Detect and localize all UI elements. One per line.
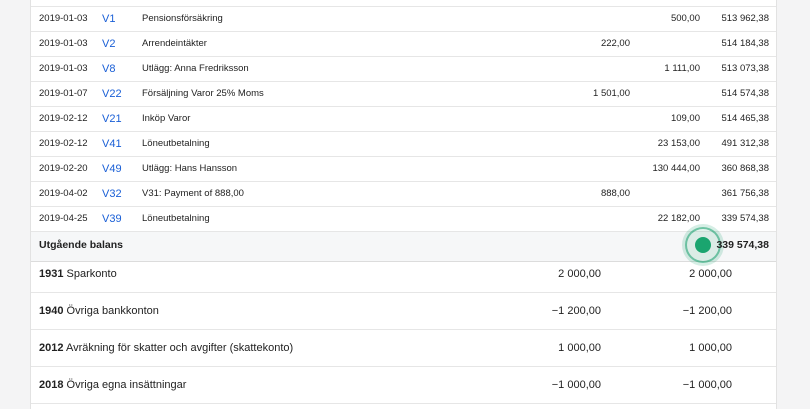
account-number: 2012 (39, 342, 64, 354)
transaction-description: Utlägg: Hans Hansson (142, 163, 238, 174)
account-name-cell: 1931 Sparkonto (39, 256, 117, 292)
closing-balance-label: Utgående balans (39, 239, 124, 251)
account-name: Övriga bankkonton (66, 305, 159, 317)
transaction-description: Pensionsförsäkring (142, 13, 223, 24)
account-row[interactable]: 1940 Övriga bankkonton −1 200,00 −1 200,… (31, 293, 776, 330)
account-name-cell: 1940 Övriga bankkonton (39, 293, 159, 329)
transaction-date: 2019-02-12 (39, 138, 88, 149)
voucher-link[interactable]: V49 (102, 157, 122, 181)
transaction-description: Försäljning Varor 25% Moms (142, 88, 264, 99)
account-number: 2018 (39, 379, 64, 391)
running-balance: 339 574,38 (721, 213, 769, 224)
credit-amount: 1 111,00 (664, 63, 700, 74)
transaction-date: 2019-01-07 (39, 88, 88, 99)
credit-amount: 22 182,00 (657, 213, 700, 224)
account-number: 1940 (39, 305, 64, 317)
table-row: 2019-01-07 V22 Försäljning Varor 25% Mom… (31, 82, 776, 107)
account-list: 1931 Sparkonto 2 000,00 2 000,00 1940 Öv… (31, 256, 776, 404)
account-name: Övriga egna insättningar (66, 379, 187, 391)
account-name: Sparkonto (66, 268, 117, 280)
account-name-cell: 2012 Avräkning för skatter och avgifter … (39, 330, 293, 366)
table-row: 2019-04-02 V32 V31: Payment of 888,00 88… (31, 182, 776, 207)
table-row: 2019-01-03 V1 Pensionsförsäkring 500,00 … (31, 7, 776, 32)
table-row: 2019-01-03 V8 Utlägg: Anna Fredriksson 1… (31, 57, 776, 82)
running-balance: 360 868,38 (721, 163, 769, 174)
account-number: 1931 (39, 268, 64, 280)
transaction-description: Utlägg: Anna Fredriksson (142, 63, 249, 74)
credit-amount: 23 153,00 (657, 138, 700, 149)
voucher-link[interactable]: V2 (102, 32, 115, 56)
transaction-description: Löneutbetalning (142, 138, 210, 149)
voucher-link[interactable]: V32 (102, 182, 122, 206)
account-value: 2 000,00 (689, 268, 732, 280)
running-balance: 513 073,38 (721, 63, 769, 74)
account-row[interactable]: 2018 Övriga egna insättningar −1 000,00 … (31, 367, 776, 404)
transaction-description: V31: Payment of 888,00 (142, 188, 244, 199)
account-value: 2 000,00 (558, 268, 601, 280)
running-balance: 513 962,38 (721, 13, 769, 24)
running-balance: 361 756,38 (721, 188, 769, 199)
transaction-table: 2019-01-03 V1 Pensionsförsäkring 500,00 … (31, 6, 776, 262)
account-row[interactable]: 2012 Avräkning för skatter och avgifter … (31, 330, 776, 367)
table-row: 2019-01-03 V2 Arrendeintäkter 222,00 514… (31, 32, 776, 57)
table-row: 2019-02-12 V41 Löneutbetalning 23 153,00… (31, 132, 776, 157)
debit-amount: 222,00 (600, 38, 630, 49)
account-row[interactable]: 1931 Sparkonto 2 000,00 2 000,00 (31, 256, 776, 293)
transaction-date: 2019-02-12 (39, 113, 88, 124)
running-balance: 514 184,38 (721, 38, 769, 49)
account-value: −1 000,00 (551, 379, 601, 391)
debit-amount: 888,00 (600, 188, 630, 199)
table-row: 2019-04-25 V39 Löneutbetalning 22 182,00… (31, 207, 776, 232)
credit-amount: 130 444,00 (652, 163, 700, 174)
transaction-description: Inköp Varor (142, 113, 191, 124)
credit-amount: 109,00 (670, 113, 700, 124)
table-row: 2019-02-20 V49 Utlägg: Hans Hansson 130 … (31, 157, 776, 182)
voucher-link[interactable]: V41 (102, 132, 122, 156)
account-name: Avräkning för skatter och avgifter (skat… (65, 342, 294, 354)
running-balance: 514 574,38 (721, 88, 769, 99)
voucher-link[interactable]: V1 (102, 7, 115, 31)
voucher-link[interactable]: V39 (102, 207, 122, 231)
table-row: 2019-02-12 V21 Inköp Varor 109,00 514 46… (31, 107, 776, 132)
credit-amount: 500,00 (670, 13, 700, 24)
account-value: −1 200,00 (551, 305, 601, 317)
debit-amount: 1 501,00 (593, 88, 630, 99)
transaction-description: Löneutbetalning (142, 213, 210, 224)
voucher-link[interactable]: V21 (102, 107, 122, 131)
transaction-date: 2019-01-03 (39, 63, 88, 74)
running-balance: 514 465,38 (721, 113, 769, 124)
account-name-cell: 2018 Övriga egna insättningar (39, 367, 186, 403)
transaction-date: 2019-02-20 (39, 163, 88, 174)
running-balance: 491 312,38 (721, 138, 769, 149)
transaction-date: 2019-01-03 (39, 38, 88, 49)
transaction-date: 2019-04-25 (39, 213, 88, 224)
ledger-panel: 2019-01-03 V1 Pensionsförsäkring 500,00 … (30, 0, 777, 409)
transaction-date: 2019-01-03 (39, 13, 88, 24)
transaction-date: 2019-04-02 (39, 188, 88, 199)
voucher-link[interactable]: V8 (102, 57, 115, 81)
click-indicator-dot (695, 237, 711, 253)
account-value: −1 200,00 (682, 305, 732, 317)
account-value: 1 000,00 (558, 342, 601, 354)
account-value: −1 000,00 (682, 379, 732, 391)
voucher-link[interactable]: V22 (102, 82, 122, 106)
closing-balance-value: 339 574,38 (716, 239, 769, 251)
account-value: 1 000,00 (689, 342, 732, 354)
transaction-description: Arrendeintäkter (142, 38, 207, 49)
